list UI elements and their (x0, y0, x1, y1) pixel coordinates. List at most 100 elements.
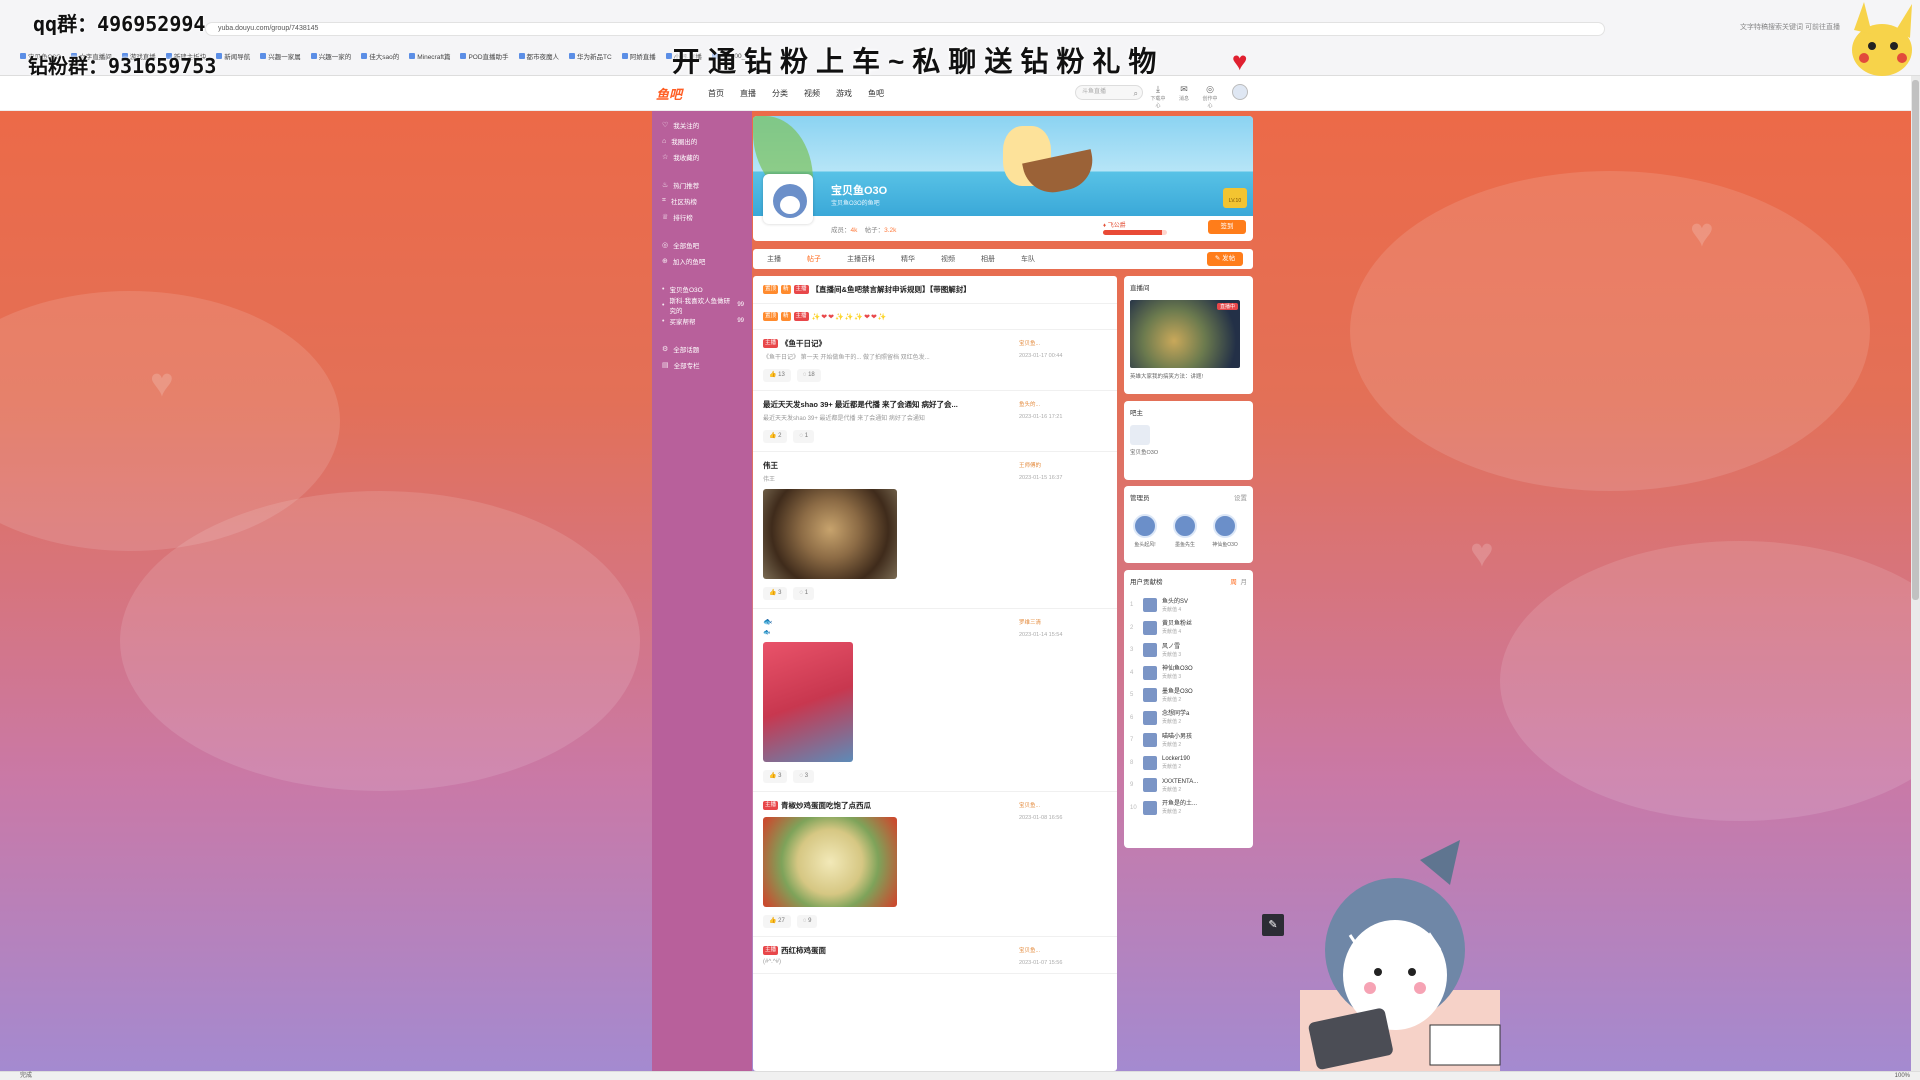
floating-edit-button[interactable]: ✎ (1262, 914, 1284, 936)
level-badge: LV.10 (1223, 188, 1247, 208)
comment-button[interactable]: ◌ 1 (793, 430, 815, 443)
comment-button[interactable]: ◌ 1 (793, 587, 815, 600)
nav-item[interactable]: 分类 (772, 88, 788, 99)
bookmark-item[interactable]: 华为新品TC (569, 50, 612, 62)
post-item[interactable]: 最近天天发shao 39+ 最近都是代播 来了会通知 病好了会... 最近天天发s… (753, 391, 1117, 452)
bookmark-item[interactable]: 都市夜魔人 (518, 50, 559, 62)
rank-row[interactable]: 7 喵喵小男孩 贡献值 2 (1130, 729, 1247, 752)
sidebar-item[interactable]: ☆ 我收藏的 (652, 149, 752, 165)
post-image[interactable] (763, 817, 897, 907)
user-avatar[interactable] (1232, 84, 1248, 100)
post-image[interactable] (763, 489, 897, 579)
post-image[interactable] (763, 642, 853, 762)
rank-row[interactable]: 6 念想同学a 贡献值 2 (1130, 707, 1247, 730)
post-item[interactable]: 🐟 🐟 罗维三清 2023-01-14 15:54 👍 3 ◌ 3 (753, 609, 1117, 792)
nav-item[interactable]: 首页 (708, 88, 724, 99)
bookmark-item[interactable]: Minecraft篇 (409, 50, 450, 62)
comment-button[interactable]: ◌ 3 (793, 770, 815, 783)
browser-search-box[interactable]: 文字特稿搜索关键词 可前往直播 (1740, 22, 1840, 32)
search-icon[interactable]: ⌕ (1134, 87, 1138, 100)
sidebar-item[interactable]: ⌗ 社区热榜 (652, 193, 752, 209)
post-item[interactable]: 伟王 伟王 王师傅的 2023-01-15 16:37 👍 3 ◌ 1 (753, 452, 1117, 609)
tab-1[interactable]: 帖子 (807, 254, 821, 264)
post-item[interactable]: 置顶精主播 ✨❤❤✨✨✨❤❤✨ (753, 304, 1117, 330)
nav-item[interactable]: 鱼吧 (868, 88, 884, 99)
comment-button[interactable]: ◌ 18 (796, 369, 821, 382)
like-button[interactable]: 👍 2 (763, 430, 788, 443)
bookmark-item[interactable]: 兴趣一家的 (310, 50, 351, 62)
bookmark-item[interactable]: 阿娇直播 (621, 50, 656, 62)
sidebar-item[interactable]: ♨ 热门推荐 (652, 177, 752, 193)
rank-row[interactable]: 5 墨鱼是O3O 贡献值 2 (1130, 684, 1247, 707)
post-title[interactable]: 置顶精主播 ✨❤❤✨✨✨❤❤✨ (763, 312, 1107, 321)
sidebar-item[interactable]: • 斯科·我喜欢人鱼做研究的 99 (652, 297, 752, 315)
sidebar-item[interactable]: ⚙ 全部话题 (652, 341, 752, 357)
tab-0[interactable]: 主播 (767, 254, 781, 264)
moderator-name: 神仙鱼O3O (1212, 542, 1238, 548)
scrollbar-thumb[interactable] (1912, 80, 1919, 600)
sidebar-item[interactable]: ⊕ 加入的鱼吧 (652, 253, 752, 269)
comment-button[interactable]: ◌ 9 (796, 915, 818, 928)
new-post-button[interactable]: ✎ 发帖 (1207, 252, 1243, 266)
bookmark-item[interactable]: 兴趣一家属 (260, 50, 301, 62)
checkin-button[interactable]: 签到 (1208, 220, 1246, 234)
bookmark-item[interactable]: 佳大sao的 (361, 50, 399, 62)
like-button[interactable]: 👍 3 (763, 770, 788, 783)
rank-row[interactable]: 9 XXXTENTA... 贡献值 2 (1130, 774, 1247, 797)
bulb-header-button[interactable]: ◎ 创作中心 (1202, 84, 1218, 109)
tab-4[interactable]: 视频 (941, 254, 955, 264)
rank-row[interactable]: 8 Locker190 贡献值 2 (1130, 752, 1247, 775)
sidebar-item[interactable]: • 买家帮帮 99 (652, 313, 752, 329)
site-logo[interactable]: 鱼吧 (656, 84, 682, 103)
owner-avatar[interactable] (1130, 425, 1150, 445)
post-item[interactable]: 主播 《鱼干日记》 《鱼干日记》 第一天 开始做鱼干的... 做了拍照留档 双红色发… (753, 330, 1117, 391)
moderators-settings-link[interactable]: 设置 (1234, 492, 1247, 502)
post-author[interactable]: 宝贝鱼... (1019, 800, 1107, 812)
like-button[interactable]: 👍 27 (763, 915, 791, 928)
post-author[interactable]: 鱼头的... (1019, 399, 1107, 411)
sidebar-item[interactable]: ▤ 全部专栏 (652, 357, 752, 373)
tab-5[interactable]: 相册 (981, 254, 995, 264)
site-search-placeholder: 斗鱼直播 (1082, 89, 1107, 95)
like-button[interactable]: 👍 3 (763, 587, 788, 600)
post-author[interactable]: 宝贝鱼... (1019, 338, 1107, 350)
moderator[interactable]: 墨鱼先生 (1170, 514, 1200, 548)
post-item[interactable]: 主播 西红柿鸡蛋面 (#^.^#) 宝贝鱼... 2023-01-07 15:56 (753, 937, 1117, 974)
moderator[interactable]: 神仙鱼O3O (1210, 514, 1240, 548)
sidebar-item[interactable]: ♕ 排行榜 (652, 209, 752, 225)
post-item[interactable]: 置顶精主播 【直播间&鱼吧禁言解封申诉规则】【带图解封】 (753, 276, 1117, 304)
post-author[interactable]: 王师傅的 (1019, 460, 1107, 472)
rank-number: 7 (1130, 737, 1134, 744)
post-author[interactable]: 宝贝鱼... (1019, 945, 1107, 957)
post-time: 2023-01-16 17:21 (1019, 414, 1063, 420)
rank-row[interactable]: 10 开鱼是的土... 贡献值 2 (1130, 797, 1247, 820)
rank-row[interactable]: 4 神仙鱼O3O 贡献值 3 (1130, 662, 1247, 685)
sidebar-item[interactable]: ♡ 我关注的 (652, 117, 752, 133)
sidebar-item[interactable]: ◎ 全部鱼吧 (652, 237, 752, 253)
rank-row[interactable]: 3 风ノ雪 贡献值 3 (1130, 639, 1247, 662)
bookmark-item[interactable]: 新闻导航 (216, 50, 250, 62)
sidebar-item[interactable]: ⌂ 我圈出的 (652, 133, 752, 149)
tab-6[interactable]: 车队 (1021, 254, 1035, 264)
site-search-input[interactable]: 斗鱼直播 ⌕ (1075, 85, 1143, 100)
nav-item[interactable]: 直播 (740, 88, 756, 99)
tab-3[interactable]: 精华 (901, 254, 915, 264)
moderator[interactable]: 鱼头起风! (1130, 514, 1160, 548)
nav-item[interactable]: 游戏 (836, 88, 852, 99)
bookmark-item[interactable]: POD直播助手 (460, 50, 509, 62)
address-bar[interactable]: yuba.douyu.com/group/7438145 (205, 22, 1605, 36)
owner-name[interactable]: 宝贝鱼O3O (1130, 448, 1247, 456)
rank-row[interactable]: 2 黄贝鱼粉丝 贡献值 4 (1130, 617, 1247, 640)
rank-period-tabs[interactable]: 周 月 (1230, 576, 1247, 586)
rank-row[interactable]: 1 鱼头的SV 贡献值 4 (1130, 594, 1247, 617)
live-thumbnail[interactable]: 直播中 (1130, 300, 1240, 368)
post-item[interactable]: 主播 青椒炒鸡蛋面吃饱了点西瓜 宝贝鱼... 2023-01-08 16:56 👍 27… (753, 792, 1117, 937)
nav-item[interactable]: 视频 (804, 88, 820, 99)
download-header-button[interactable]: ⤓ 下载中心 (1150, 84, 1166, 109)
rank-avatar (1143, 710, 1157, 725)
tab-2[interactable]: 主播百科 (847, 254, 875, 264)
post-author[interactable]: 罗维三清 (1019, 617, 1107, 629)
mail-header-button[interactable]: ✉ 消息 (1176, 84, 1192, 109)
post-title[interactable]: 置顶精主播 【直播间&鱼吧禁言解封申诉规则】【带图解封】 (763, 284, 1107, 295)
like-button[interactable]: 👍 13 (763, 369, 791, 382)
